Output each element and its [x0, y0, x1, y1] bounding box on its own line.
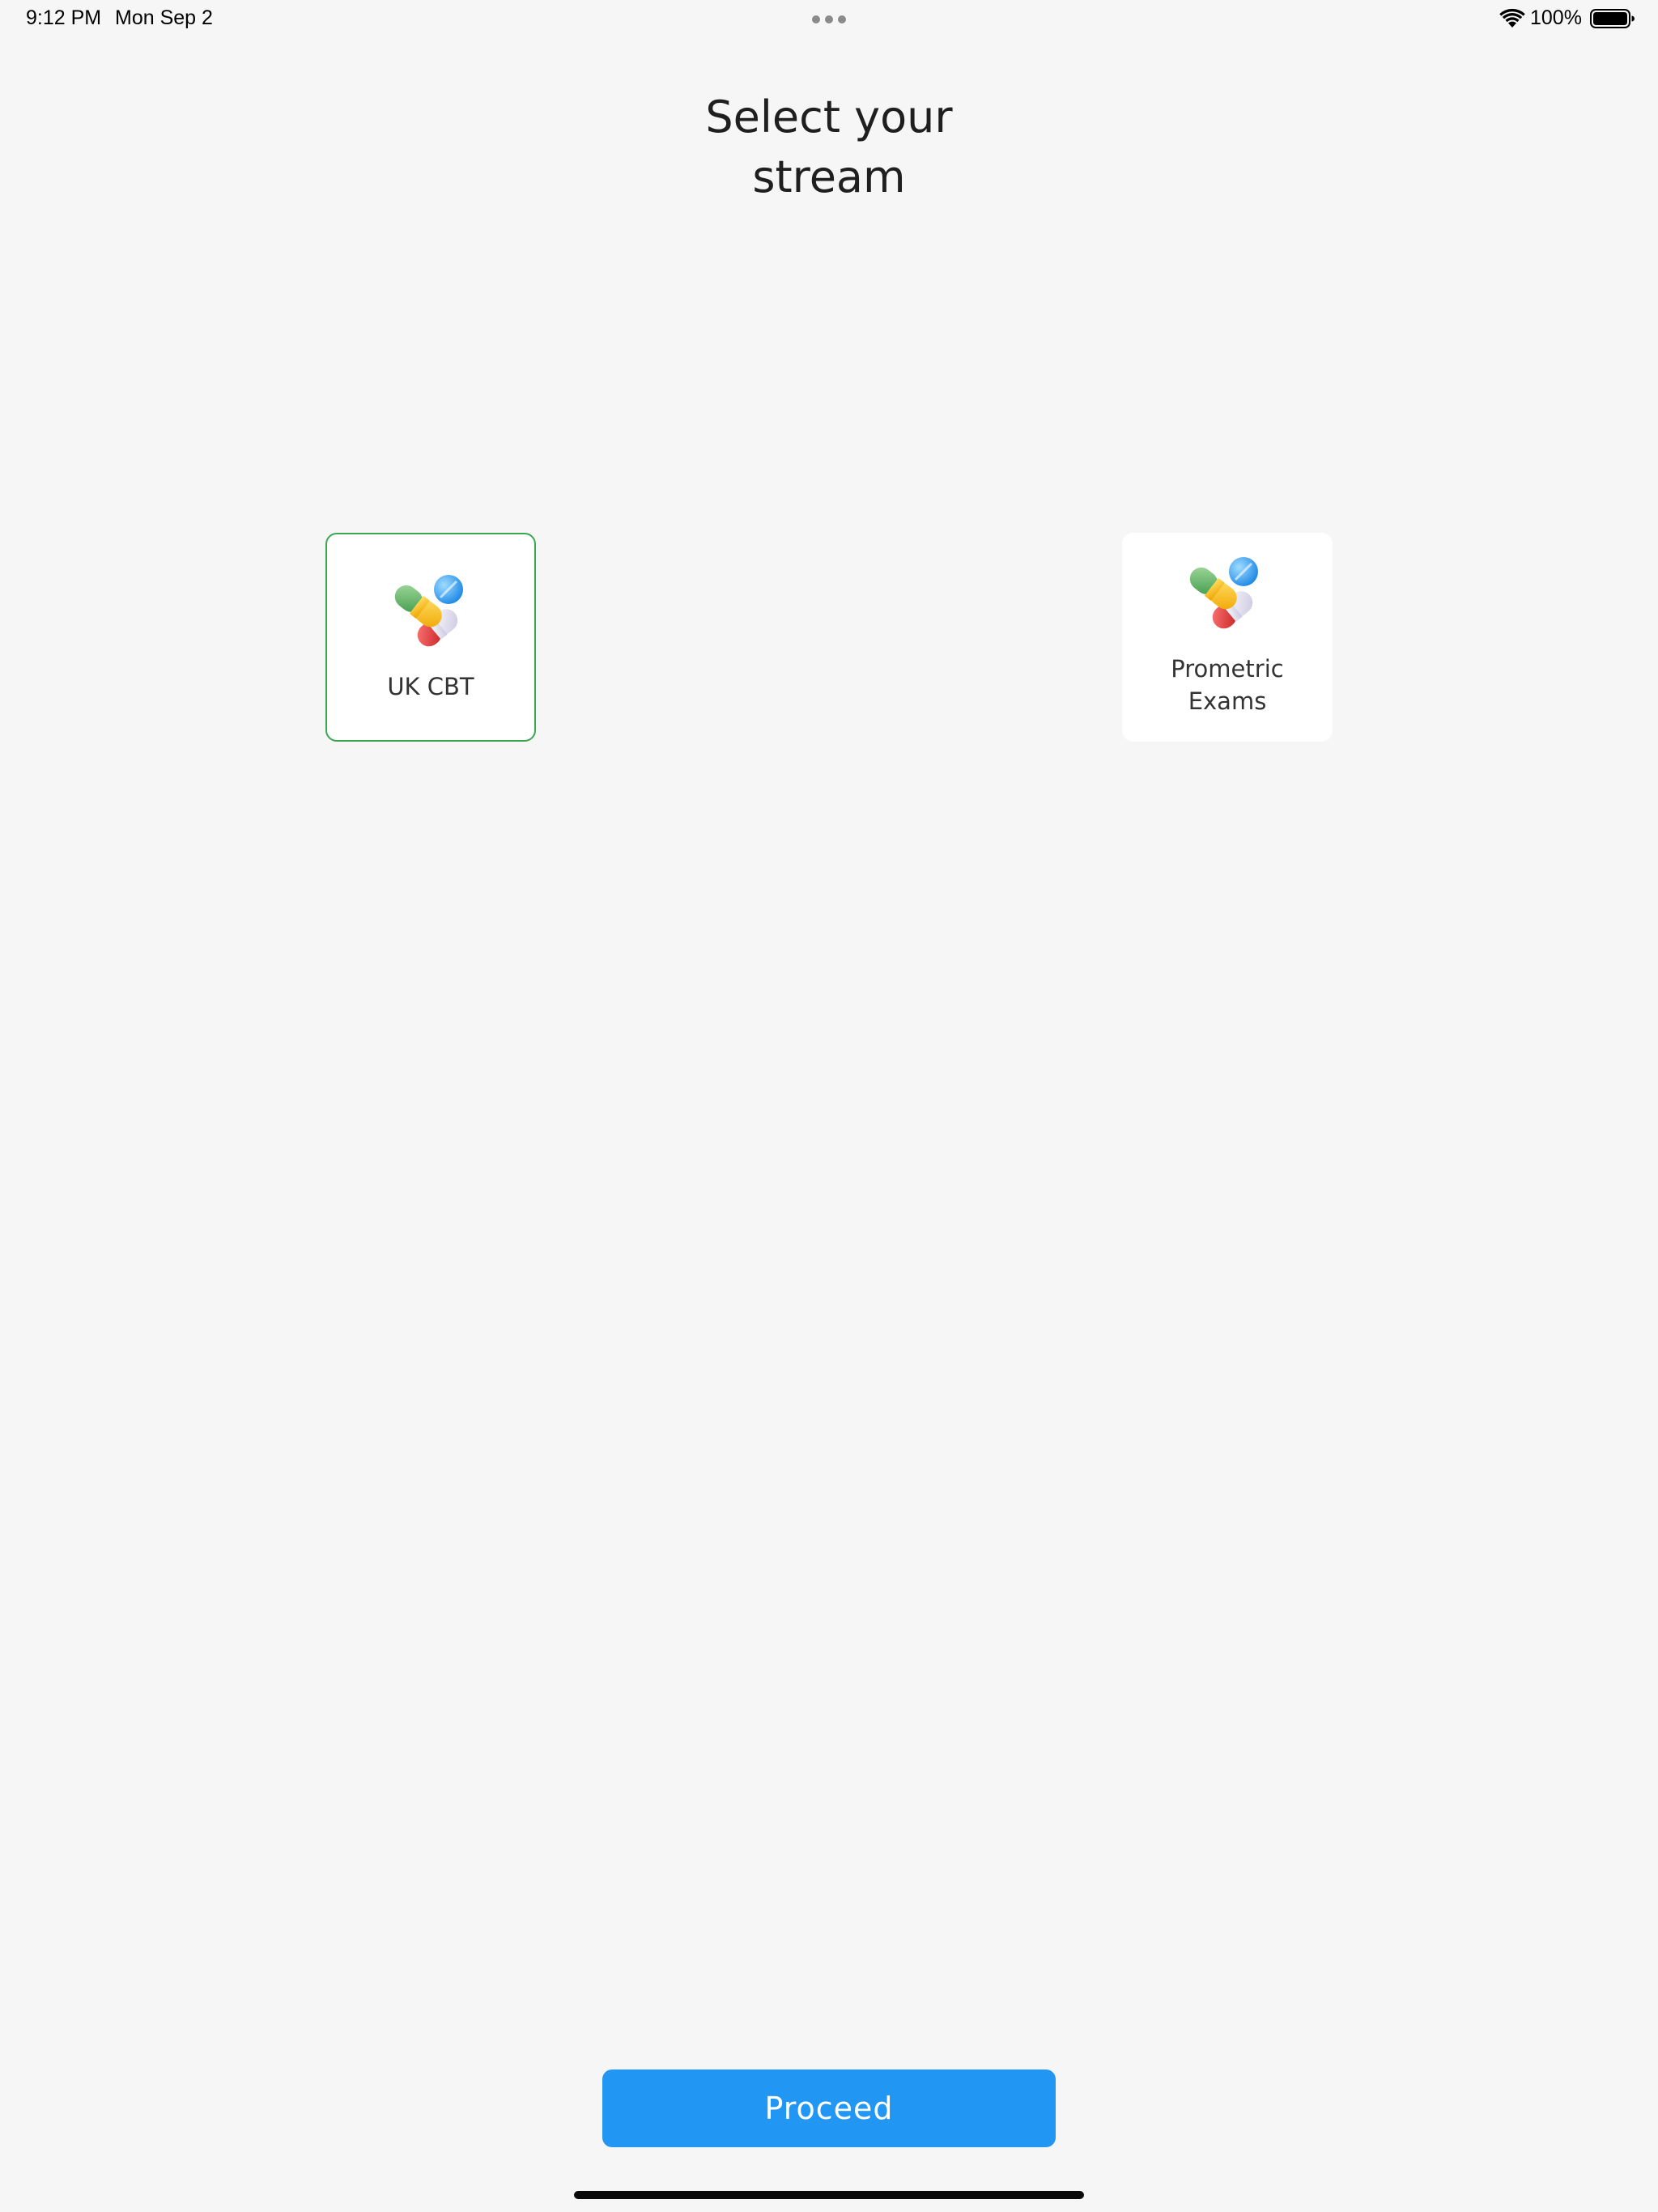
- status-time: 9:12 PM: [26, 6, 102, 29]
- pills-icon: [1189, 557, 1258, 629]
- proceed-button[interactable]: Proceed: [602, 2069, 1056, 2147]
- home-indicator[interactable]: [574, 2191, 1084, 2199]
- wifi-icon: [1499, 8, 1525, 28]
- page-title: Select your stream: [705, 91, 953, 202]
- stream-card-uk-cbt[interactable]: UK CBT: [325, 533, 536, 742]
- stream-card-prometric-exams[interactable]: Prometric Exams: [1122, 533, 1333, 742]
- stream-card-label: Prometric Exams: [1171, 655, 1284, 715]
- pills-icon: [394, 575, 463, 647]
- status-bar: 9:12 PM Mon Sep 2 100%: [0, 0, 1658, 39]
- battery-percentage: 100%: [1530, 6, 1582, 29]
- battery-icon: [1590, 9, 1635, 28]
- multitask-dots-icon[interactable]: [811, 15, 847, 24]
- status-date: Mon Sep 2: [115, 6, 213, 29]
- stream-card-label: UK CBT: [387, 673, 474, 700]
